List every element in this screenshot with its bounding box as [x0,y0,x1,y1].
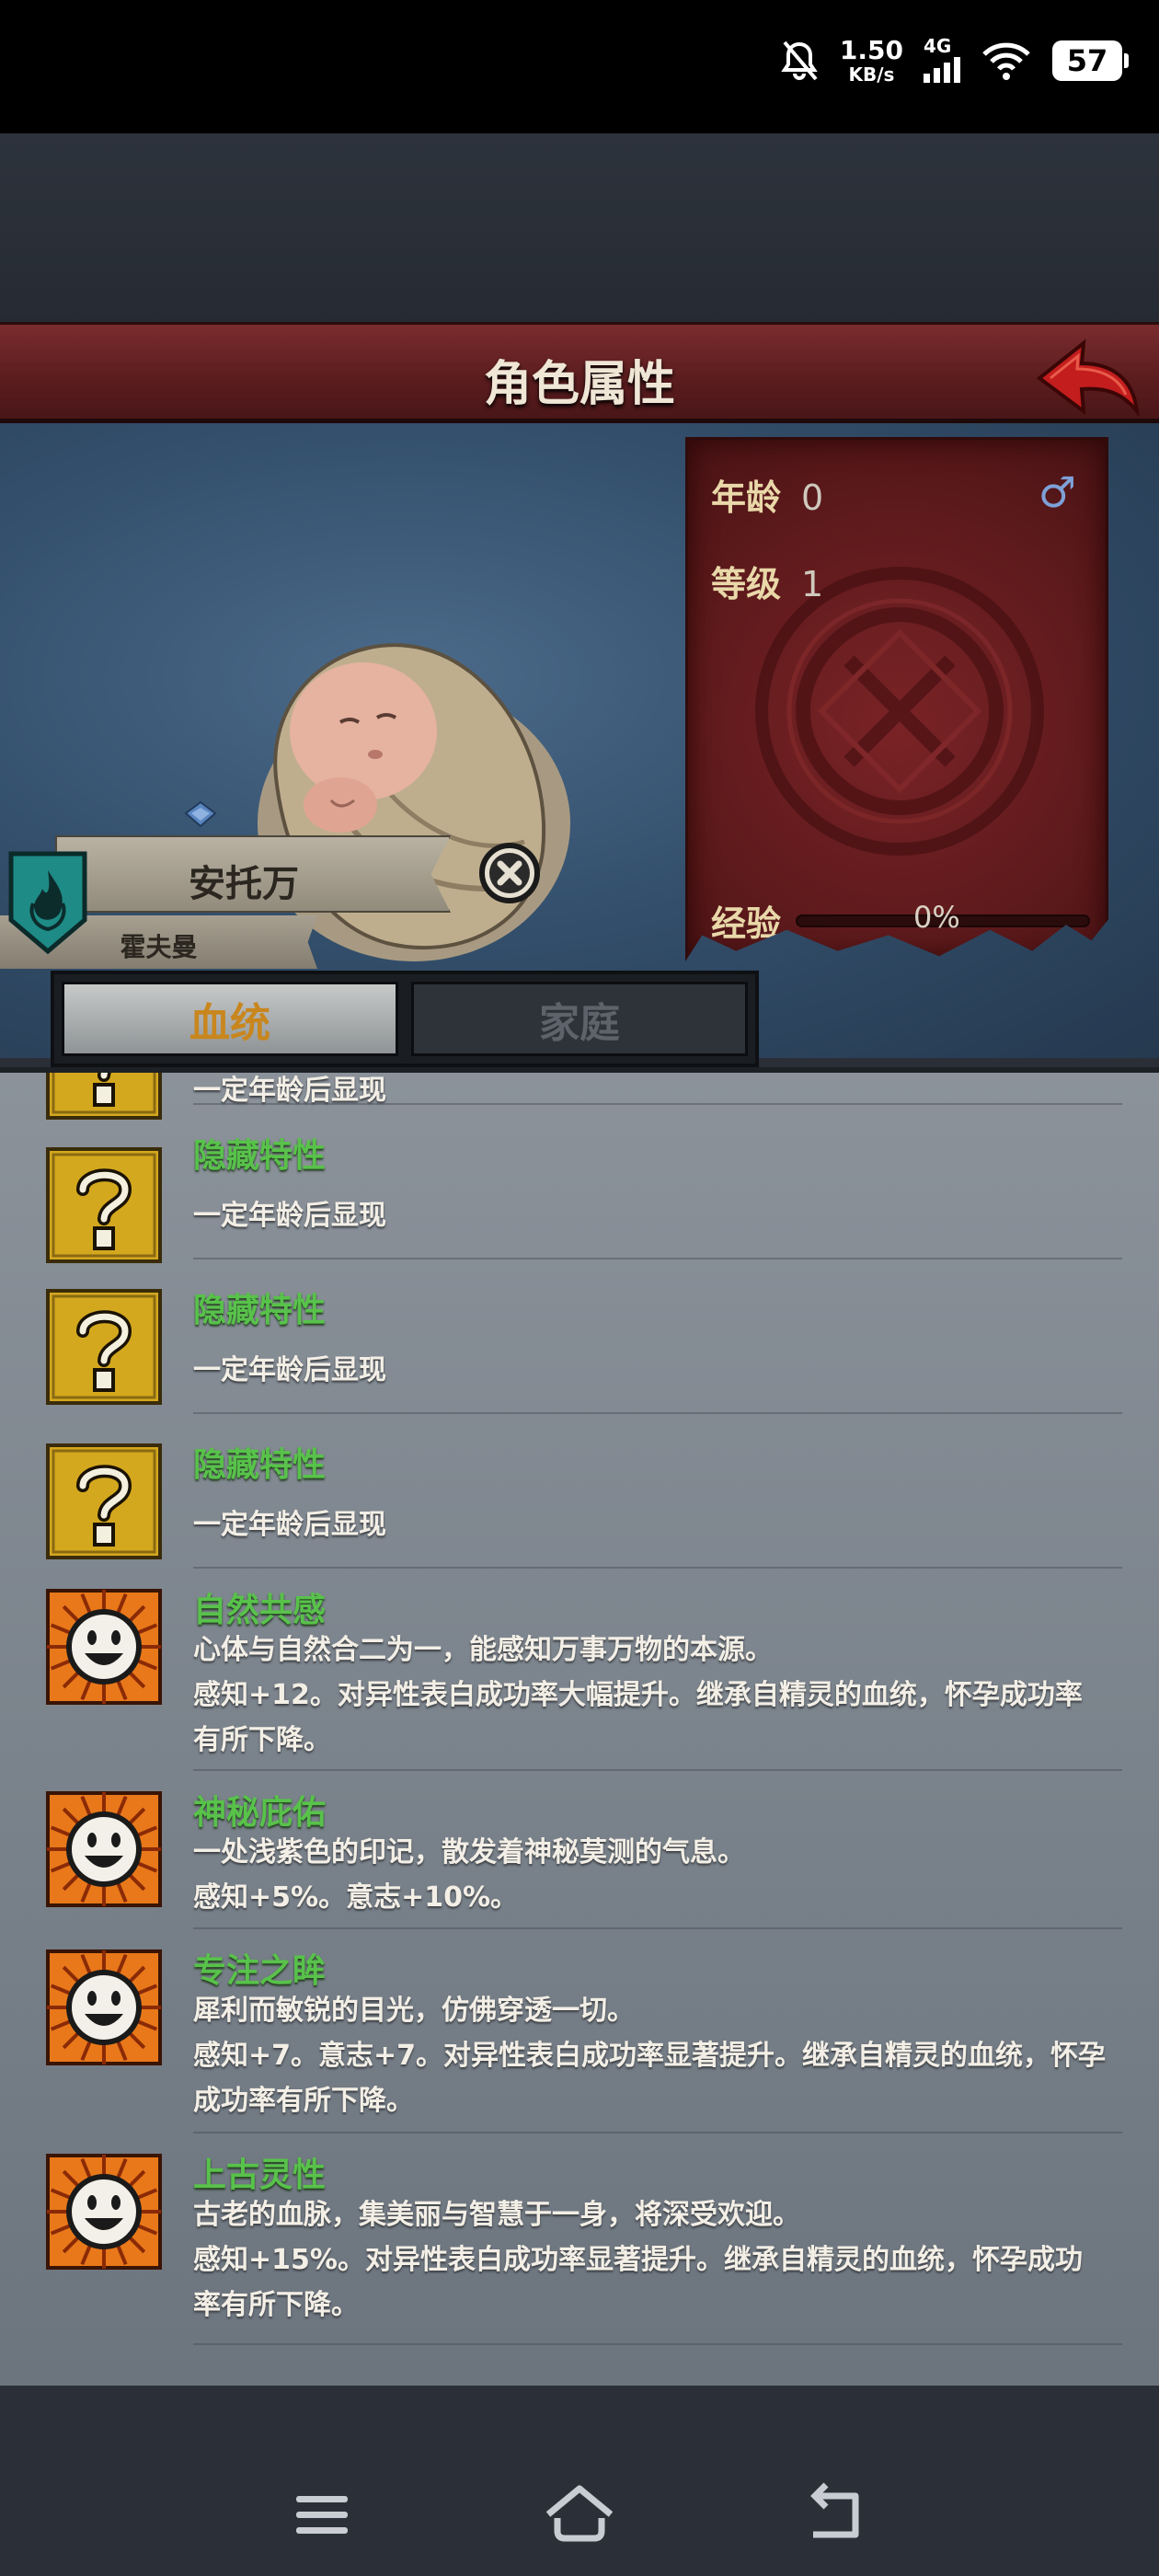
trait-row[interactable]: 神秘庇佑一处浅紫色的印记，散发着神秘莫测的气息。 感知+5%。意志+10%。 [0,1771,1159,1929]
network-speed: 1.50 KB/s [839,35,903,86]
speed-unit: KB/s [848,63,895,86]
stats-card: 年龄 0 ♂ 等级 1 经验 0% [685,437,1108,961]
trait-row[interactable]: 自然共感心体与自然合二为一，能感知万事万物的本源。 感知+12。对异性表白成功率… [0,1569,1159,1771]
row-divider [193,2343,1122,2345]
rank-icon [184,800,217,828]
wifi-icon [982,42,1030,80]
page-title: 角色属性 [483,357,675,412]
back-nav-icon[interactable] [800,2478,874,2551]
question-mark-icon [46,1443,162,1559]
trait-description: 一定年龄后显现 [193,1354,386,1386]
smiley-face-icon [46,1949,162,2065]
level-label: 等级 [711,564,782,604]
character-name-scroll: 安托万 [55,835,451,913]
battery-indicator: 57 [1052,40,1129,81]
menu-icon[interactable] [285,2478,359,2551]
trait-name: 隐藏特性 [193,1446,327,1484]
status-bar: 1.50 KB/s 4G 57 [0,0,1159,133]
question-mark-icon [46,1289,162,1405]
character-name: 安托万 [189,863,299,905]
home-icon[interactable] [543,2478,616,2551]
exp-label: 经验 [711,903,782,944]
tab-family[interactable]: 家庭 [411,982,748,1056]
question-mark-icon [46,1147,162,1263]
smiley-face-icon [46,2154,162,2270]
trait-description: 古老的血脉，集美丽与智慧于一身，将深受欢迎。 感知+15%。对异性表白成功率显著… [193,2199,1083,2321]
trait-name: 神秘庇佑 [193,1794,327,1832]
flame-crest-icon [8,851,87,955]
trait-row[interactable]: 上古灵性古老的血脉，集美丽与智慧于一身，将深受欢迎。 感知+15%。对异性表白成… [0,2133,1159,2345]
signal-bars-icon [924,57,960,83]
back-arrow-icon[interactable] [1030,332,1141,420]
close-icon[interactable] [478,842,541,904]
male-gender-icon: ♂ [1038,467,1076,517]
speed-value: 1.50 [839,35,903,65]
network-type-label: 4G [924,35,952,57]
level-row: 等级 1 [711,556,823,606]
trait-description: 一定年龄后显现 [193,1509,386,1541]
age-value: 0 [801,477,824,518]
age-row: 年龄 0 [711,469,823,520]
exp-row: 经验 [711,895,1091,946]
trait-name: 上古灵性 [193,2156,327,2194]
tab-bloodline[interactable]: 血统 [62,982,398,1056]
trait-row[interactable]: 隐藏特性一定年龄后显现 [0,1414,1159,1569]
age-label: 年龄 [711,477,782,518]
trait-name: 自然共感 [193,1592,327,1629]
smiley-face-icon [46,1791,162,1907]
top-background [0,133,1159,322]
signal-4g: 4G [924,35,960,83]
trait-name: 隐藏特性 [193,1292,327,1329]
trait-row[interactable]: 隐藏特性一定年龄后显现 [0,1105,1159,1263]
trait-list[interactable]: 一定年龄后显现 隐藏特性 一定年龄后显现 隐藏特性 一定年龄后显现 隐藏特性 一定年龄后显现… [0,1067,1159,2386]
character-panel: 安托万 霍夫曼 年龄 0 ♂ 等级 1 经验 0% [0,423,1159,1058]
trait-description: 一处浅紫色的印记，散发着神秘莫测的气息。 感知+5%。意志+10%。 [193,1836,745,1914]
trait-row[interactable]: 一定年龄后显现 [0,1073,1159,1120]
system-nav-bar [0,2386,1159,2576]
level-value: 1 [801,564,824,604]
trait-description: 一定年龄后显现 [193,1200,386,1232]
trait-name: 专注之眸 [193,1952,327,1990]
trait-description: 犀利而敏锐的目光，仿佛穿透一切。 感知+7。意志+7。对异性表白成功率显著提升。… [193,1995,1107,2117]
trait-row[interactable]: 专注之眸犀利而敏锐的目光，仿佛穿透一切。 感知+7。意志+7。对异性表白成功率显… [0,1929,1159,2133]
title-banner: 角色属性 [0,322,1159,423]
bell-muted-icon [781,40,818,81]
trait-name: 隐藏特性 [193,1137,327,1175]
smiley-face-icon [46,1589,162,1705]
tab-bar: 血统 家庭 [51,971,759,1067]
exp-percent: 0% [913,900,960,935]
trait-description: 心体与自然合二为一，能感知万事万物的本源。 感知+12。对异性表白成功率大幅提升… [193,1634,1083,1756]
trait-row[interactable]: 隐藏特性一定年龄后显现 [0,1259,1159,1414]
